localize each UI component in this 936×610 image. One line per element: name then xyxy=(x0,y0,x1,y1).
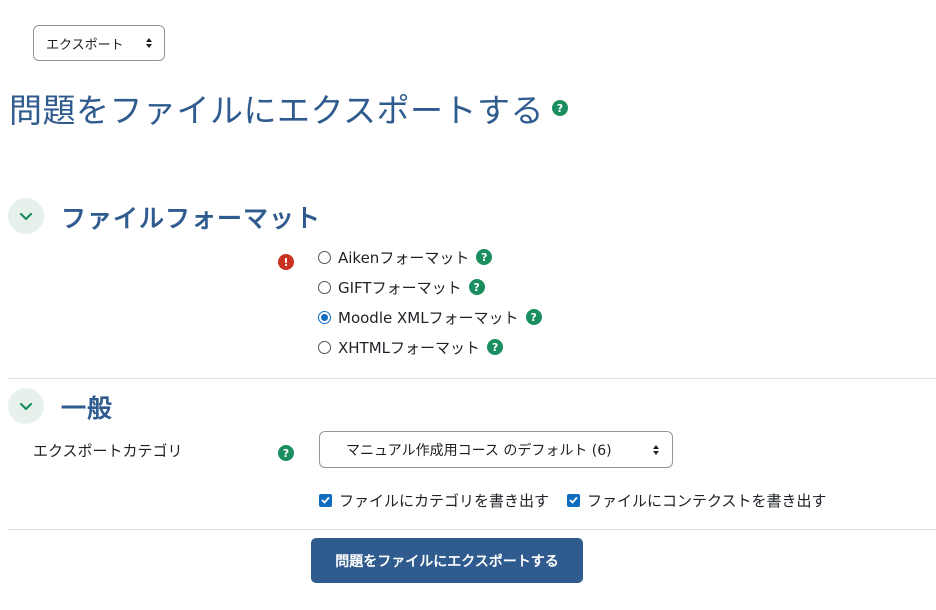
sort-caret-icon xyxy=(653,445,659,455)
section-divider xyxy=(8,529,936,530)
export-nav-select[interactable]: エクスポート xyxy=(33,25,165,61)
checkbox-label-category: ファイルにカテゴリを書き出す xyxy=(339,491,550,510)
radio-label-aiken: Aikenフォーマット xyxy=(338,248,470,267)
sort-caret-icon xyxy=(146,38,152,48)
radio-option-xhtml[interactable]: XHTMLフォーマット ? xyxy=(318,336,504,358)
radio-aiken[interactable] xyxy=(318,250,331,264)
export-nav-select-value: エクスポート xyxy=(46,37,124,53)
checkbox-label-context: ファイルにコンテクストを書き出す xyxy=(587,491,827,510)
checkmark-icon xyxy=(321,496,330,504)
chevron-down-icon xyxy=(19,212,33,220)
help-icon[interactable]: ? xyxy=(476,249,493,265)
help-icon[interactable]: ? xyxy=(525,309,542,325)
collapse-file-format-button[interactable] xyxy=(8,198,44,234)
collapse-general-button[interactable] xyxy=(8,388,44,424)
section-divider xyxy=(8,378,936,379)
export-submit-button[interactable]: 問題をファイルにエクスポートする xyxy=(311,538,583,583)
radio-label-gift: GIFTフォーマット xyxy=(338,278,462,297)
checkbox-option-context[interactable]: ファイルにコンテクストを書き出す xyxy=(567,490,827,510)
radio-label-xhtml: XHTMLフォーマット xyxy=(338,338,481,357)
radio-label-moodle-xml: Moodle XMLフォーマット xyxy=(338,308,519,327)
radio-option-aiken[interactable]: Aikenフォーマット ? xyxy=(318,246,493,268)
section-title-general: 一般 xyxy=(61,394,114,423)
export-category-value: マニュアル作成用コース のデフォルト (6) xyxy=(346,442,612,459)
radio-option-gift[interactable]: GIFTフォーマット ? xyxy=(318,276,485,298)
radio-gift[interactable] xyxy=(318,280,331,294)
radio-option-moodle-xml[interactable]: Moodle XMLフォーマット ? xyxy=(318,306,542,328)
checkbox-context[interactable] xyxy=(567,493,580,507)
checkbox-option-category[interactable]: ファイルにカテゴリを書き出す xyxy=(319,490,549,510)
export-category-label: エクスポートカテゴリ xyxy=(33,442,183,460)
page-title: 問題をファイルにエクスポートする xyxy=(9,91,545,130)
export-category-select[interactable]: マニュアル作成用コース のデフォルト (6) xyxy=(319,431,673,468)
help-icon[interactable]: ? xyxy=(468,279,485,295)
chevron-down-icon xyxy=(19,402,33,410)
radio-xhtml[interactable] xyxy=(318,340,331,354)
help-icon[interactable]: ? xyxy=(278,445,294,461)
checkbox-category[interactable] xyxy=(319,493,332,507)
checkmark-icon xyxy=(569,496,578,504)
help-icon[interactable]: ? xyxy=(487,339,504,355)
section-title-file-format: ファイルフォーマット xyxy=(61,204,322,233)
help-icon[interactable]: ? xyxy=(552,100,568,116)
required-error-icon: ! xyxy=(278,254,294,270)
radio-moodle-xml[interactable] xyxy=(318,310,331,324)
